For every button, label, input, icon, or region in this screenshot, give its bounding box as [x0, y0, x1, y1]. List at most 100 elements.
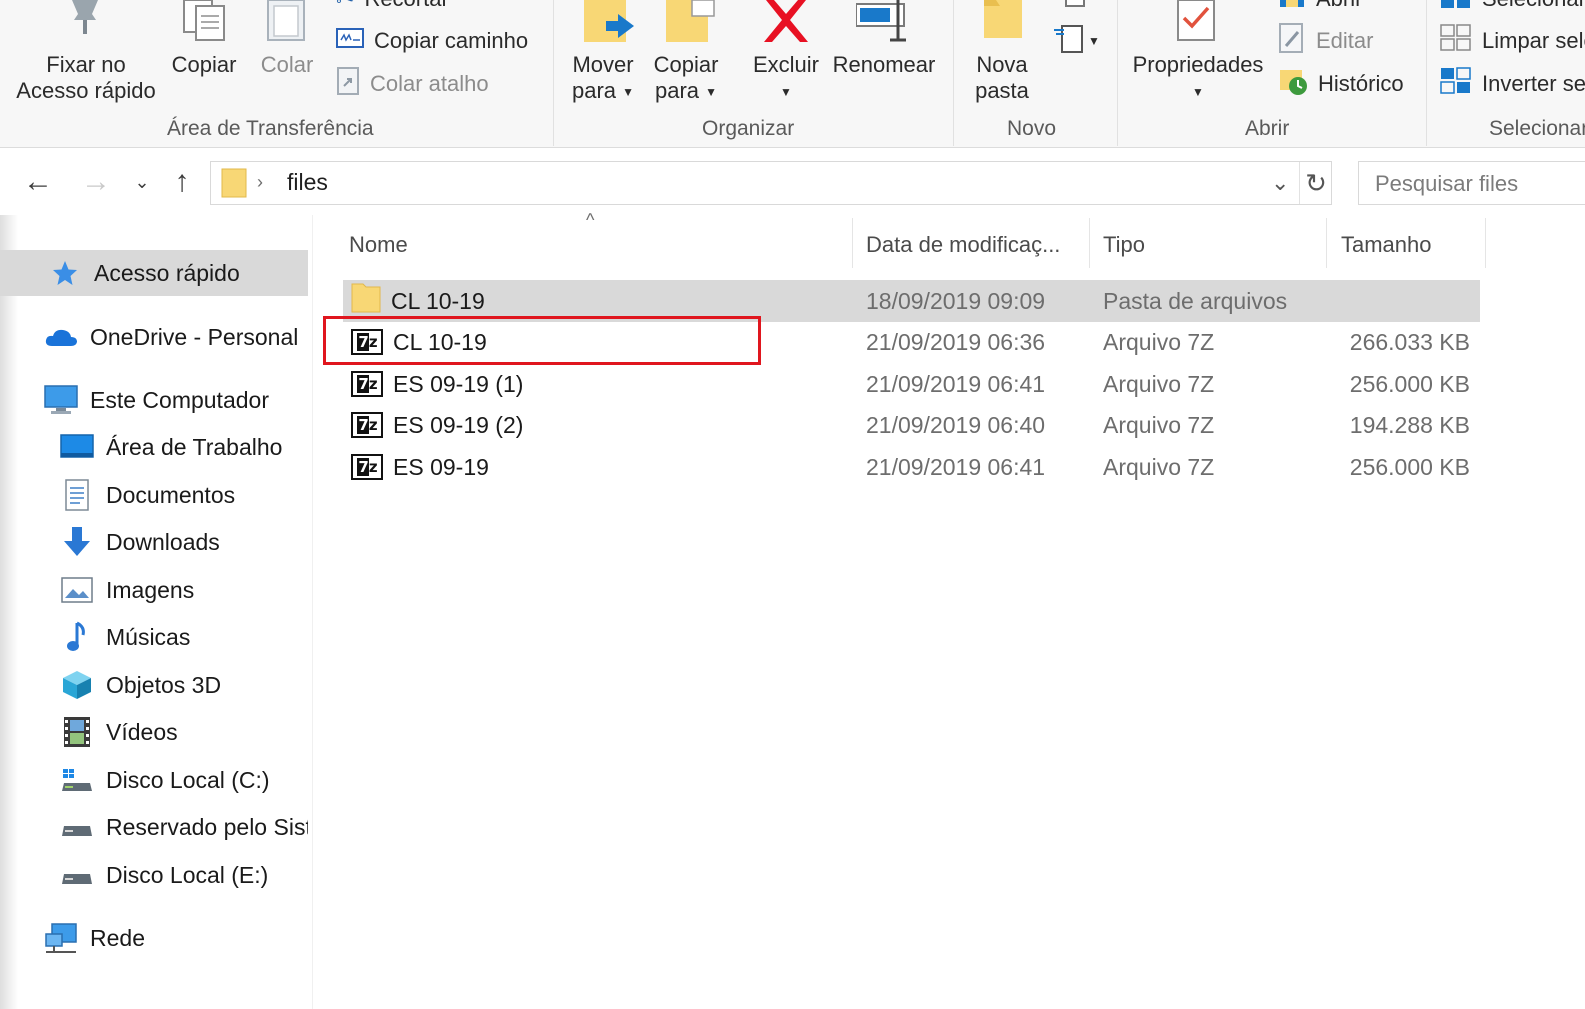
easy-access-icon — [1058, 0, 1086, 16]
star-icon — [48, 256, 82, 290]
file-name: CL 10-19 — [391, 287, 485, 314]
sidebar-item-3d-objects[interactable]: Objetos 3D — [0, 662, 308, 708]
address-bar[interactable]: › files ⌄ ↻ — [210, 161, 1332, 205]
copy-button[interactable]: Copiar — [166, 52, 242, 78]
sidebar-item-label: OneDrive - Personal — [90, 323, 299, 350]
refresh-button[interactable]: ↻ — [1299, 162, 1332, 204]
invert-selection-button[interactable]: Inverter seleção — [1440, 67, 1585, 101]
rename-button[interactable]: Renomear — [830, 52, 938, 78]
sidebar-item-drive-c[interactable]: Disco Local (C:) — [0, 757, 308, 803]
select-none-button[interactable]: Limpar seleção — [1440, 24, 1585, 58]
table-row[interactable]: 7z CL 10-19 21/09/2019 06:36 Arquivo 7Z … — [343, 321, 1480, 363]
column-header-name-label: Nome — [349, 232, 408, 257]
desktop-icon — [60, 430, 94, 464]
paste-shortcut-button[interactable]: Colar atalho — [336, 67, 489, 101]
sidebar-item-label: Acesso rápido — [94, 259, 240, 286]
invert-selection-icon — [1440, 67, 1472, 101]
pin-quick-access-button[interactable]: Fixar no Acesso rápido — [8, 52, 164, 104]
rename-label: Renomear — [832, 52, 936, 77]
move-to-button[interactable]: Mover para ▼ — [566, 52, 640, 105]
history-button[interactable]: Histórico — [1278, 67, 1404, 101]
delete-button[interactable]: Excluir ▼ — [748, 52, 824, 105]
table-row[interactable]: 7z ES 09-19 (2) 21/09/2019 06:40 Arquivo… — [343, 404, 1480, 446]
sidebar-item-documents[interactable]: Documentos — [0, 472, 308, 518]
chevron-down-icon[interactable]: ⌄ — [1271, 170, 1289, 196]
paste-button[interactable]: Colar — [252, 52, 322, 78]
forward-button[interactable]: → — [76, 164, 116, 200]
sidebar-item-label: Vídeos — [106, 718, 178, 745]
sidebar-item-onedrive[interactable]: OneDrive - Personal — [0, 314, 308, 360]
edit-icon — [1278, 22, 1306, 60]
select-none-label: Limpar seleção — [1482, 28, 1585, 53]
cube-3d-icon — [60, 668, 94, 702]
properties-icon — [1176, 0, 1218, 47]
sidebar-item-videos[interactable]: Vídeos — [0, 709, 308, 755]
7z-archive-icon: 7z — [351, 412, 383, 438]
sidebar-item-network[interactable]: Rede — [0, 915, 308, 961]
file-name: ES 09-19 — [393, 453, 489, 480]
up-button[interactable]: ↑ — [162, 164, 202, 200]
sidebar-item-desktop[interactable]: Área de Trabalho — [0, 424, 308, 470]
file-size: 194.288 KB — [1349, 411, 1470, 438]
sidebar-item-drive-e[interactable]: Disco Local (E:) — [0, 852, 308, 898]
pin-label-1: Fixar no — [46, 52, 126, 77]
organize-group-label: Organizar — [702, 117, 795, 140]
download-arrow-icon — [60, 525, 94, 559]
easy-access-button[interactable] — [1058, 0, 1086, 18]
breadcrumb-chevron-icon: › — [257, 172, 263, 192]
column-header-type[interactable]: Tipo — [1090, 220, 1326, 270]
sidebar-item-label: Documentos — [106, 481, 236, 508]
sidebar-item-pictures[interactable]: Imagens — [0, 567, 308, 613]
file-type: Arquivo 7Z — [1103, 411, 1215, 438]
file-name: ES 09-19 (1) — [393, 370, 524, 397]
open-button[interactable]: Abrir — [1278, 0, 1362, 16]
edit-button[interactable]: Editar — [1278, 22, 1373, 60]
pictures-icon — [60, 573, 94, 607]
file-type: Arquivo 7Z — [1103, 453, 1215, 480]
column-header-size-label: Tamanho — [1341, 232, 1432, 257]
file-type: Arquivo 7Z — [1103, 328, 1215, 355]
sidebar-item-this-pc[interactable]: Este Computador — [0, 377, 308, 423]
copy-to-button[interactable]: Copiar para ▼ — [648, 52, 724, 105]
column-header-date[interactable]: Data de modificaç... — [853, 220, 1089, 270]
drive-c-icon — [60, 763, 94, 797]
chevron-down-icon: ▼ — [1088, 34, 1100, 48]
select-all-button[interactable]: Selecionar — [1440, 0, 1585, 16]
7z-archive-icon: 7z — [351, 329, 383, 355]
chevron-down-icon: ▼ — [1192, 85, 1204, 100]
copy-path-label: Copiar caminho — [374, 28, 529, 53]
recent-locations-button[interactable]: ⌄ — [122, 164, 162, 200]
file-size: 266.033 KB — [1349, 328, 1470, 355]
drive-icon — [60, 810, 94, 844]
table-row[interactable]: 7z ES 09-19 21/09/2019 06:41 Arquivo 7Z … — [343, 446, 1480, 488]
cloud-icon — [44, 320, 78, 354]
copy-path-button[interactable]: Copiar caminho — [336, 24, 528, 58]
breadcrumb-files[interactable]: files — [287, 169, 328, 196]
sidebar-item-downloads[interactable]: Downloads — [0, 519, 308, 565]
cut-button[interactable]: ✂ Recortar — [336, 0, 449, 16]
sidebar-item-music[interactable]: Músicas — [0, 614, 308, 660]
back-button[interactable]: ← — [18, 164, 58, 200]
sidebar-item-system-reserved[interactable]: Reservado pelo Sistema — [0, 804, 308, 850]
file-name: ES 09-19 (2) — [393, 411, 524, 438]
table-row[interactable]: 7z ES 09-19 (1) 21/09/2019 06:41 Arquivo… — [343, 363, 1480, 405]
table-row[interactable]: CL 10-19 18/09/2019 09:09 Pasta de arqui… — [343, 280, 1480, 322]
ribbon-separator — [953, 0, 954, 146]
sidebar-item-quick-access[interactable]: Acesso rápido — [0, 250, 308, 296]
column-header-name[interactable]: Nome — [343, 220, 851, 270]
cut-label: Recortar — [364, 0, 448, 12]
ribbon-separator — [1117, 0, 1118, 146]
properties-button[interactable]: Propriedades ▼ — [1128, 52, 1268, 105]
file-date: 21/09/2019 06:40 — [866, 411, 1046, 438]
new-folder-button[interactable]: Nova pasta — [966, 52, 1038, 104]
search-input[interactable]: Pesquisar files — [1358, 161, 1585, 205]
pane-divider[interactable] — [312, 215, 313, 1009]
new-item-button[interactable]: ▼ — [1054, 24, 1100, 58]
copy-to-icon — [664, 0, 720, 49]
column-divider[interactable] — [1485, 218, 1486, 268]
column-header-size[interactable]: Tamanho — [1327, 220, 1485, 270]
computer-icon — [44, 383, 78, 417]
delete-x-icon — [762, 0, 810, 47]
select-all-label: Selecionar — [1482, 0, 1585, 12]
ribbon-separator — [1426, 0, 1427, 146]
